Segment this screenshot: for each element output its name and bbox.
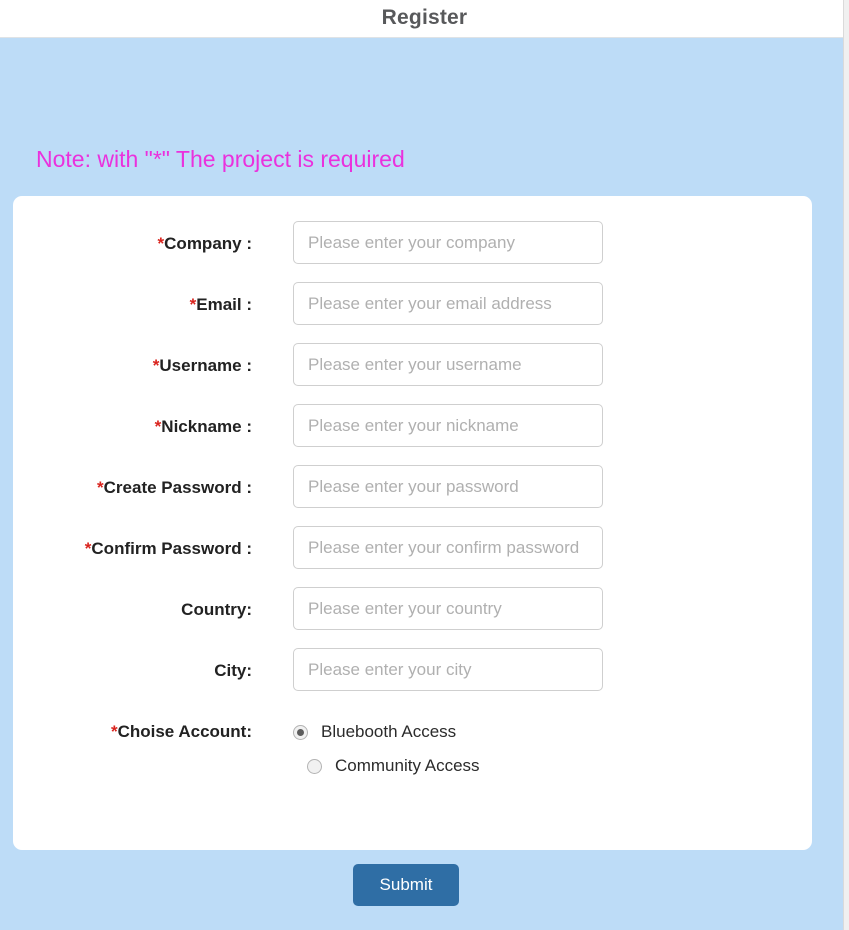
radio-selected-icon[interactable]	[293, 724, 308, 740]
field-control-company	[293, 221, 603, 264]
radio-option-bluebooth-access[interactable]: Bluebooth Access	[293, 715, 603, 749]
field-control-create-password	[293, 465, 603, 508]
vertical-scrollbar[interactable]	[843, 0, 849, 930]
form-row: *Email :	[13, 264, 812, 325]
create-password-input[interactable]	[293, 465, 603, 508]
required-star-icon: *	[110, 722, 118, 741]
field-control-nickname	[293, 404, 603, 447]
submit-area: Submit	[0, 864, 812, 906]
page-header: Register	[0, 0, 849, 38]
field-label-username: *Username :	[152, 356, 252, 375]
form-row: City:	[13, 630, 812, 691]
form-row: *Username :	[13, 325, 812, 386]
required-star-icon: *	[97, 478, 104, 497]
field-control-email	[293, 282, 603, 325]
radio-unselected-icon[interactable]	[307, 758, 322, 774]
field-control-username	[293, 343, 603, 386]
form-row: Country:	[13, 569, 812, 630]
radio-option-community-access[interactable]: Community Access	[293, 749, 603, 783]
company-input[interactable]	[293, 221, 603, 264]
field-label-email: *Email :	[189, 295, 252, 314]
form-row: *Choise Account: Bluebooth Access Commun…	[13, 691, 812, 783]
submit-button[interactable]: Submit	[352, 864, 460, 906]
field-label-confirm-password: *Confirm Password :	[84, 539, 252, 558]
field-label-choise-account: *Choise Account:	[110, 722, 252, 741]
form-row: *Company :	[13, 196, 812, 264]
nickname-input[interactable]	[293, 404, 603, 447]
email-input[interactable]	[293, 282, 603, 325]
username-input[interactable]	[293, 343, 603, 386]
radio-label: Community Access	[335, 756, 480, 775]
required-fields-note: Note: with "*" The project is required	[36, 146, 405, 172]
page-title: Register	[381, 6, 468, 29]
field-label-country: Country:	[181, 600, 252, 619]
field-label-create-password: *Create Password :	[97, 478, 252, 497]
account-type-radio-group: Bluebooth Access Community Access	[293, 709, 603, 783]
field-control-country	[293, 587, 603, 630]
registration-form-card: *Company : *Email : *Username : *Nicknam…	[13, 196, 812, 850]
field-control-confirm-password	[293, 526, 603, 569]
form-row: *Confirm Password :	[13, 508, 812, 569]
page-body: Note: with "*" The project is required *…	[0, 38, 849, 929]
field-control-city	[293, 648, 603, 691]
field-label-nickname: *Nickname :	[154, 417, 252, 436]
confirm-password-input[interactable]	[293, 526, 603, 569]
form-row: *Nickname :	[13, 386, 812, 447]
form-row: *Create Password :	[13, 447, 812, 508]
city-input[interactable]	[293, 648, 603, 691]
radio-label: Bluebooth Access	[321, 722, 457, 741]
field-label-city: City:	[214, 661, 252, 680]
country-input[interactable]	[293, 587, 603, 630]
field-label-company: *Company :	[157, 234, 252, 253]
